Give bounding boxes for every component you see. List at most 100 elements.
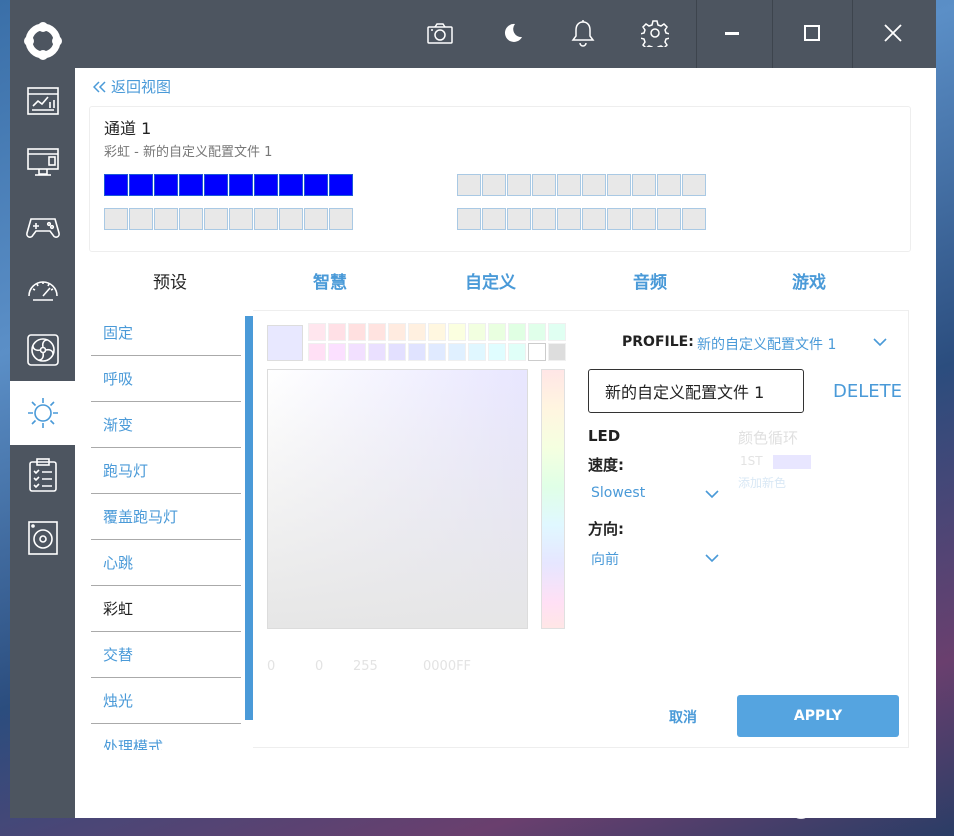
mode-item-heartbeat[interactable]: 心跳 xyxy=(91,540,241,586)
led-6[interactable] xyxy=(229,174,253,196)
add-color-link[interactable]: 添加新色 xyxy=(738,474,786,491)
saturation-value-picker[interactable] xyxy=(267,369,528,629)
red-value[interactable]: 0 xyxy=(267,659,315,674)
led-29[interactable] xyxy=(657,174,681,196)
swatch[interactable] xyxy=(348,343,366,361)
minimize-button[interactable] xyxy=(715,16,749,50)
led-26[interactable] xyxy=(582,174,606,196)
mode-item-rainbow[interactable]: 彩虹 xyxy=(91,586,241,632)
swatch[interactable] xyxy=(388,323,406,341)
swatch[interactable] xyxy=(428,343,446,361)
led-7[interactable] xyxy=(254,174,278,196)
led-3[interactable] xyxy=(154,174,178,196)
led-39[interactable] xyxy=(657,208,681,230)
led-23[interactable] xyxy=(507,174,531,196)
led-30[interactable] xyxy=(682,174,706,196)
led-32[interactable] xyxy=(482,208,506,230)
tab-custom[interactable]: 自定义 xyxy=(465,268,516,293)
led-40[interactable] xyxy=(682,208,706,230)
tab-smart[interactable]: 智慧 xyxy=(313,268,347,293)
swatch[interactable] xyxy=(388,343,406,361)
swatch[interactable] xyxy=(468,323,486,341)
sidebar-item-monitoring[interactable] xyxy=(10,68,75,132)
sidebar-item-gaming[interactable] xyxy=(10,193,75,257)
mode-item-breathing[interactable]: 呼吸 xyxy=(91,356,241,402)
led-9[interactable] xyxy=(304,174,328,196)
led-38[interactable] xyxy=(632,208,656,230)
sidebar-item-performance[interactable] xyxy=(10,256,75,320)
sidebar-item-tasks[interactable] xyxy=(10,443,75,507)
swatch[interactable] xyxy=(308,343,326,361)
screenshot-button[interactable] xyxy=(423,16,457,50)
led-13[interactable] xyxy=(154,208,178,230)
sidebar-item-audio[interactable] xyxy=(10,506,75,570)
led-12[interactable] xyxy=(129,208,153,230)
mode-item-marquee[interactable]: 跑马灯 xyxy=(91,448,241,494)
green-value[interactable]: 0 xyxy=(315,659,353,674)
close-button[interactable] xyxy=(876,16,910,50)
led-19[interactable] xyxy=(304,208,328,230)
mode-item-gradient[interactable]: 渐变 xyxy=(91,402,241,448)
led-31[interactable] xyxy=(457,208,481,230)
swatch[interactable] xyxy=(548,343,566,361)
swatch[interactable] xyxy=(428,323,446,341)
mode-item-candle[interactable]: 烛光 xyxy=(91,678,241,724)
swatch[interactable] xyxy=(328,323,346,341)
sidebar-item-lighting[interactable] xyxy=(10,381,75,445)
swatch[interactable] xyxy=(548,323,566,341)
led-34[interactable] xyxy=(532,208,556,230)
direction-select[interactable]: 向前 xyxy=(591,549,619,569)
swatch[interactable] xyxy=(488,343,506,361)
color-cycle-first-swatch[interactable] xyxy=(773,455,811,469)
mode-item-cover-marquee[interactable]: 覆盖跑马灯 xyxy=(91,494,241,540)
led-24[interactable] xyxy=(532,174,556,196)
maximize-button[interactable] xyxy=(795,16,829,50)
swatch[interactable] xyxy=(448,343,466,361)
led-21[interactable] xyxy=(457,174,481,196)
swatch[interactable] xyxy=(508,323,526,341)
blue-value[interactable]: 255 xyxy=(353,659,423,674)
hue-slider[interactable] xyxy=(541,369,565,629)
swatch[interactable] xyxy=(448,323,466,341)
swatch[interactable] xyxy=(408,323,426,341)
delete-button[interactable]: DELETE xyxy=(833,381,902,402)
led-10[interactable] xyxy=(329,174,353,196)
tab-game[interactable]: 游戏 xyxy=(792,268,826,293)
swatch[interactable] xyxy=(348,323,366,341)
led-20[interactable] xyxy=(329,208,353,230)
led-14[interactable] xyxy=(179,208,203,230)
hex-value[interactable]: 0000FF xyxy=(423,659,471,674)
notifications-button[interactable] xyxy=(566,16,600,50)
swatch[interactable] xyxy=(328,343,346,361)
sidebar-item-fans[interactable] xyxy=(10,318,75,382)
led-35[interactable] xyxy=(557,208,581,230)
swatch[interactable] xyxy=(308,323,326,341)
profile-name-input[interactable]: 新的自定义配置文件 1 xyxy=(588,369,804,413)
led-11[interactable] xyxy=(104,208,128,230)
led-15[interactable] xyxy=(204,208,228,230)
led-33[interactable] xyxy=(507,208,531,230)
chevron-down-icon[interactable] xyxy=(705,554,719,563)
led-4[interactable] xyxy=(179,174,203,196)
led-18[interactable] xyxy=(279,208,303,230)
dark-mode-button[interactable] xyxy=(495,16,529,50)
profile-select[interactable]: 新的自定义配置文件 1 xyxy=(697,334,836,354)
led-22[interactable] xyxy=(482,174,506,196)
mode-list-scrollbar[interactable] xyxy=(245,316,253,720)
swatch[interactable] xyxy=(368,343,386,361)
mode-item-static[interactable]: 固定 xyxy=(91,310,241,356)
swatch[interactable] xyxy=(528,323,546,341)
swatch[interactable] xyxy=(508,343,526,361)
sidebar-item-system[interactable] xyxy=(10,130,75,194)
led-27[interactable] xyxy=(607,174,631,196)
mode-item-processing[interactable]: 处理模式 xyxy=(91,724,241,750)
led-36[interactable] xyxy=(582,208,606,230)
tab-audio[interactable]: 音频 xyxy=(633,268,667,293)
cancel-button[interactable]: 取消 xyxy=(669,707,697,727)
chevron-down-icon[interactable] xyxy=(873,338,887,347)
led-5[interactable] xyxy=(204,174,228,196)
chevron-down-icon[interactable] xyxy=(705,490,719,499)
settings-button[interactable] xyxy=(638,16,672,50)
led-2[interactable] xyxy=(129,174,153,196)
led-16[interactable] xyxy=(229,208,253,230)
